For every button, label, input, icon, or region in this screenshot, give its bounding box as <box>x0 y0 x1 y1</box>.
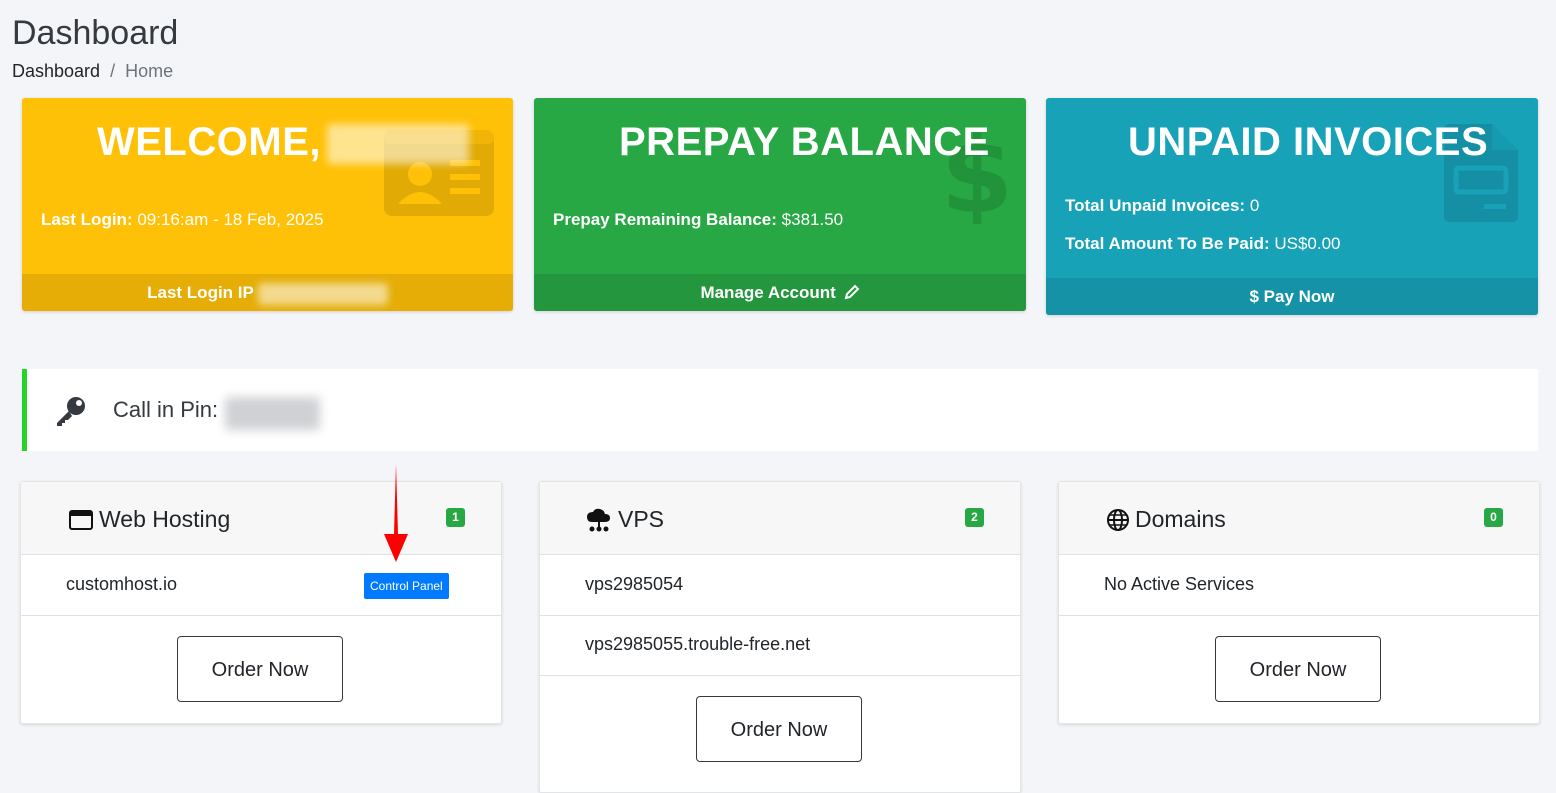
domains-header: Domains 0 <box>1059 482 1539 555</box>
unpaid-invoices-card: UNPAID INVOICES Total Unpaid Invoices: 0… <box>1046 98 1538 315</box>
web-hosting-title: Web Hosting <box>99 506 231 532</box>
page-title: Dashboard <box>12 14 179 52</box>
annotation-arrow <box>384 464 408 562</box>
list-item: vps2985054 <box>540 555 1020 616</box>
domains-panel: Domains 0 No Active Services Order Now <box>1058 481 1540 724</box>
call-in-pin-label: Call in Pin: <box>113 397 219 422</box>
prepay-title: PREPAY BALANCE <box>619 120 990 164</box>
blurred-ip <box>257 282 388 305</box>
breadcrumb-home: Home <box>125 61 174 81</box>
breadcrumb-separator: / <box>110 61 116 81</box>
web-hosting-header: Web Hosting 1 <box>21 482 501 555</box>
domains-title: Domains <box>1135 506 1226 532</box>
service-name[interactable]: vps2985055.trouble-free.net <box>585 634 810 655</box>
breadcrumb: Dashboard / Home <box>12 61 173 82</box>
last-login-ip-footer: Last Login IP <box>22 274 513 311</box>
dollar-sign-icon: $ <box>1249 287 1259 306</box>
amount-due-line: Total Amount To Be Paid: US$0.00 <box>1065 234 1341 253</box>
vps-count-badge: 2 <box>965 508 984 527</box>
prepay-remaining-line: Prepay Remaining Balance: $381.50 <box>553 210 844 229</box>
prepay-balance-card: $ PREPAY BALANCE Prepay Remaining Balanc… <box>534 98 1026 311</box>
blurred-username <box>326 124 469 165</box>
web-hosting-count-badge: 1 <box>446 508 465 527</box>
cloud-network-icon <box>587 508 610 531</box>
pencil-icon <box>844 284 859 300</box>
welcome-title: WELCOME, <box>97 120 469 165</box>
order-now-button[interactable]: Order Now <box>177 636 343 702</box>
manage-account-link[interactable]: Manage Account <box>534 274 1026 311</box>
vps-title: VPS <box>618 506 665 532</box>
last-login-line: Last Login: 09:16:am - 18 Feb, 2025 <box>41 210 324 229</box>
list-item: No Active Services <box>1059 555 1539 616</box>
list-item: vps2985055.trouble-free.net <box>540 615 1020 676</box>
call-in-pin-panel: Call in Pin: <box>22 369 1538 451</box>
order-now-button[interactable]: Order Now <box>1215 636 1381 702</box>
control-panel-button[interactable]: Control Panel <box>364 573 449 599</box>
list-item: customhost.io Control Panel <box>21 555 501 616</box>
total-unpaid-line: Total Unpaid Invoices: 0 <box>1065 196 1260 215</box>
service-name[interactable]: customhost.io <box>66 574 177 595</box>
blurred-pin <box>225 397 320 430</box>
breadcrumb-dashboard[interactable]: Dashboard <box>12 61 100 82</box>
key-icon <box>57 397 85 426</box>
browser-window-icon <box>69 509 93 530</box>
empty-state-text: No Active Services <box>1104 574 1255 594</box>
vps-header: VPS 2 <box>540 482 1020 555</box>
unpaid-title: UNPAID INVOICES <box>1128 120 1489 164</box>
vps-panel: VPS 2 vps2985054 vps2985055.trouble-free… <box>539 481 1021 793</box>
web-hosting-panel: Web Hosting 1 customhost.io Control Pane… <box>20 481 502 724</box>
service-name[interactable]: vps2985054 <box>585 574 683 595</box>
globe-icon <box>1107 508 1129 531</box>
pay-now-link[interactable]: $ Pay Now <box>1046 278 1538 315</box>
order-now-button[interactable]: Order Now <box>696 696 862 762</box>
welcome-card: WELCOME, Last Login: 09:16:am - 18 Feb, … <box>22 98 513 311</box>
domains-count-badge: 0 <box>1484 508 1503 527</box>
